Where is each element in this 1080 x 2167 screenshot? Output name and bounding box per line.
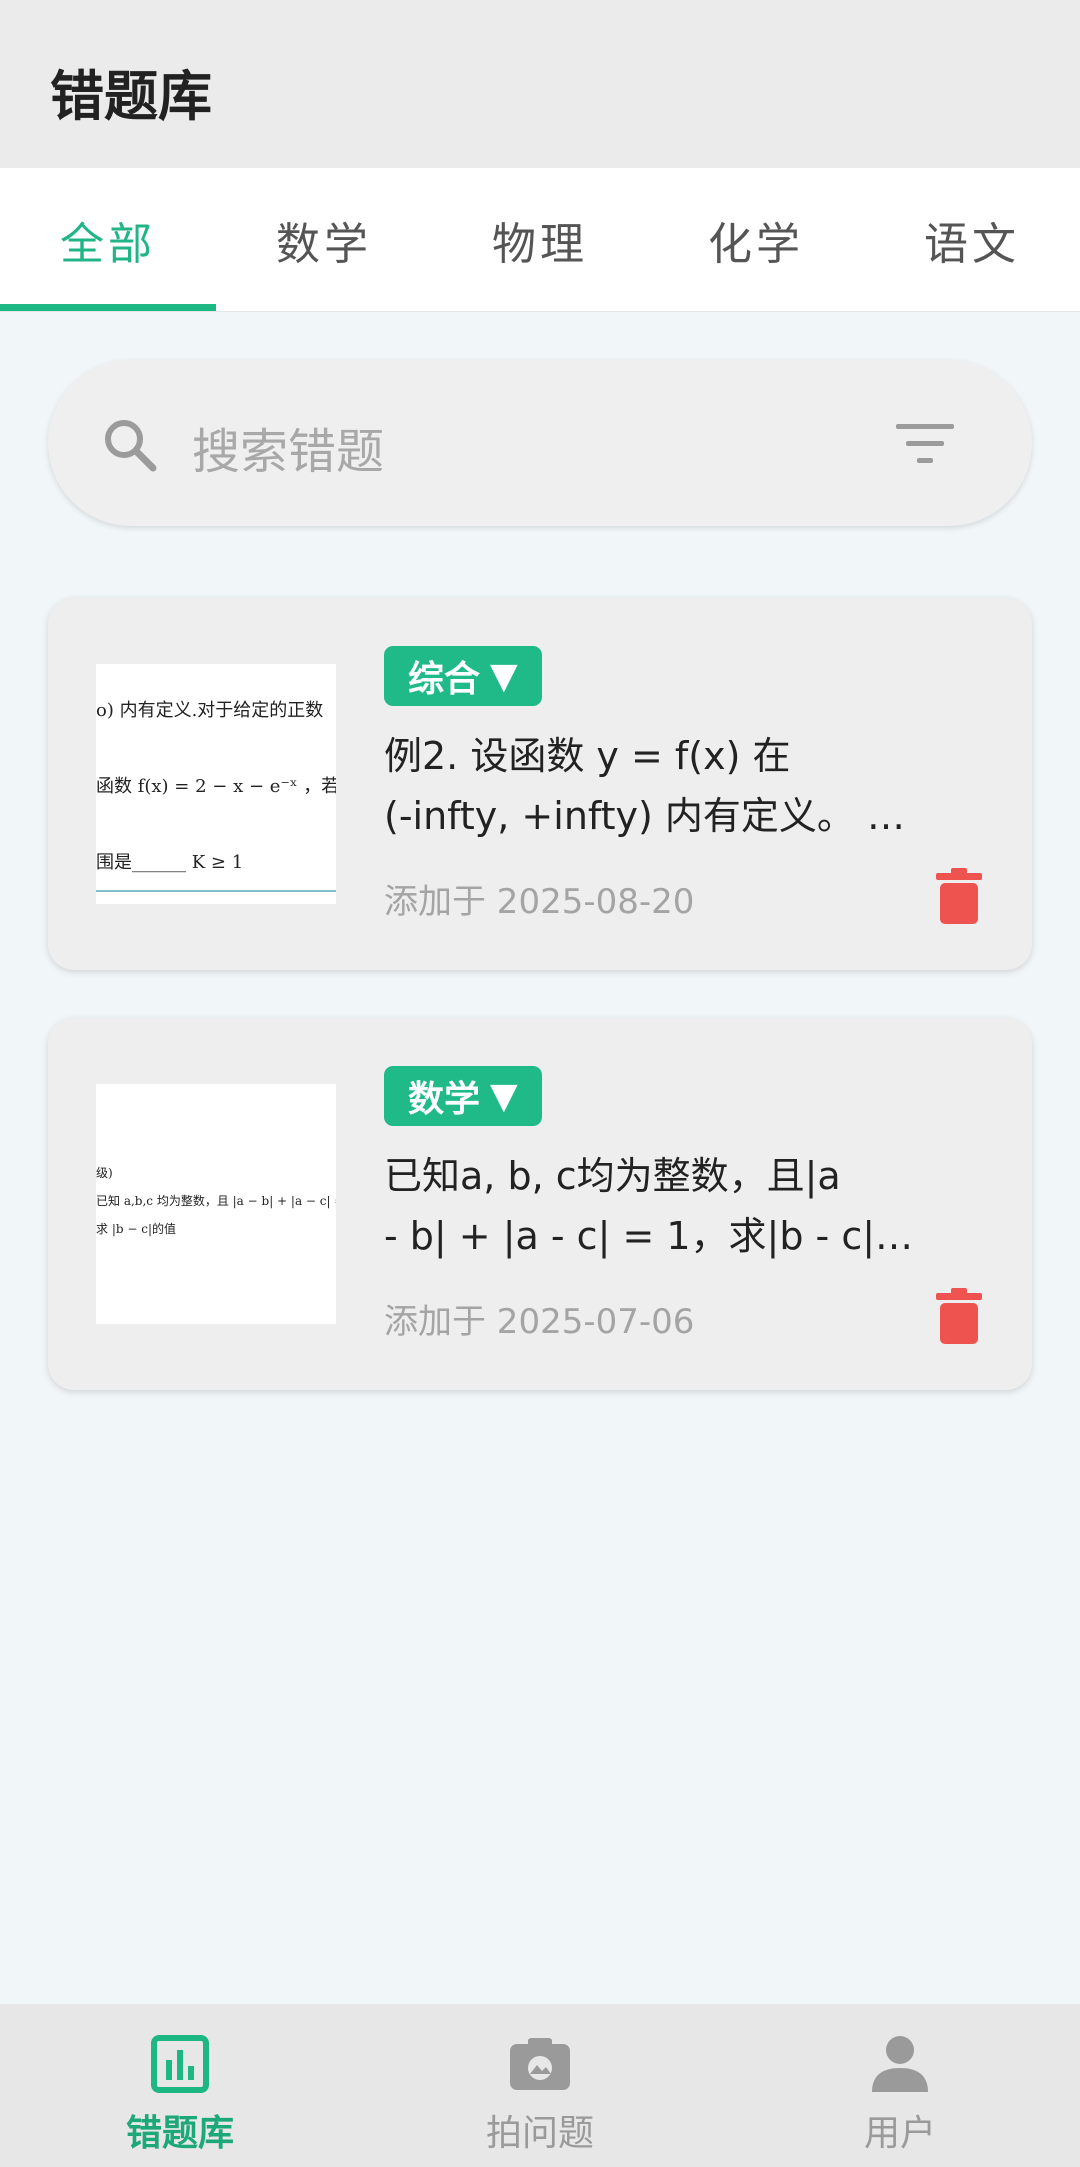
thumb-line: 函数 f(x) = 2 − x − e⁻ˣ ，若	[96, 776, 336, 797]
thumb-divider	[96, 890, 336, 892]
subject-tag-dropdown[interactable]: 综合 ▼	[384, 646, 542, 706]
question-line: 例2. 设函数 y = f(x) 在	[384, 734, 791, 778]
question-thumbnail: o) 内有定义.对于给定的正数 函数 f(x) = 2 − x − e⁻ˣ ，若…	[96, 664, 336, 904]
nav-label: 拍问题	[485, 2113, 594, 2154]
question-card[interactable]: o) 内有定义.对于给定的正数 函数 f(x) = 2 − x − e⁻ˣ ，若…	[48, 598, 1032, 970]
search-bar[interactable]: 搜索错题	[48, 360, 1032, 526]
subject-tag-label: 数学	[408, 1079, 481, 1120]
thumb-line: 级)	[96, 1166, 113, 1180]
thumb-line: o) 内有定义.对于给定的正数	[96, 700, 324, 721]
app-header: 错题库	[0, 0, 1080, 168]
user-icon	[872, 2036, 928, 2092]
nav-label: 错题库	[125, 2113, 234, 2154]
tab-physics[interactable]: 物理	[432, 168, 648, 311]
nav-item-camera[interactable]: 拍问题	[360, 2004, 720, 2167]
subject-tabs: 全部 数学 物理 化学 语文	[0, 168, 1080, 312]
active-tab-indicator	[0, 304, 216, 311]
question-card[interactable]: 级) 已知 a,b,c 均为整数，且 |a − b| + |a − c| = 1…	[48, 1018, 1032, 1390]
tab-math[interactable]: 数学	[216, 168, 432, 311]
camera-icon	[510, 2038, 570, 2090]
page-title: 错题库	[50, 65, 212, 128]
tab-chinese[interactable]: 语文	[864, 168, 1080, 311]
tab-chemistry[interactable]: 化学	[648, 168, 864, 311]
delete-trash-icon[interactable]	[936, 1288, 982, 1344]
question-thumbnail: 级) 已知 a,b,c 均为整数，且 |a − b| + |a − c| = 1…	[96, 1084, 336, 1324]
bottom-navigation: 错题库 拍问题 用户	[0, 2004, 1080, 2167]
filter-icon[interactable]	[896, 420, 954, 468]
subject-tag-dropdown[interactable]: 数学 ▼	[384, 1066, 542, 1126]
delete-trash-icon[interactable]	[936, 868, 982, 924]
search-input[interactable]: 搜索错题	[192, 412, 384, 482]
tab-all[interactable]: 全部	[0, 168, 216, 311]
question-line: 已知a, b, c均为整数，且|a	[384, 1154, 841, 1198]
search-icon	[105, 420, 157, 472]
nav-label: 用户	[863, 2113, 936, 2154]
nav-item-mistakes[interactable]: 错题库	[0, 2004, 360, 2167]
question-line: - b| + |a - c| = 1，求|b - c|…	[384, 1214, 914, 1258]
question-line: (-infty, +infty) 内有定义。 …	[384, 794, 905, 838]
thumb-line: 求 |b − c|的值	[96, 1222, 176, 1236]
dropdown-arrow-icon: ▼	[490, 655, 518, 697]
thumb-line: 围是______ K ≥ 1	[96, 852, 244, 873]
added-date: 添加于 2025-08-20	[384, 882, 695, 922]
question-text: 例2. 设函数 y = f(x) 在 (-infty, +infty) 内有定义…	[384, 726, 944, 846]
added-date: 添加于 2025-07-06	[384, 1302, 695, 1342]
nav-item-user[interactable]: 用户	[720, 2004, 1080, 2167]
question-text: 已知a, b, c均为整数，且|a - b| + |a - c| = 1，求|b…	[384, 1146, 944, 1266]
subject-tag-label: 综合	[408, 659, 481, 700]
dropdown-arrow-icon: ▼	[490, 1075, 518, 1117]
bar-chart-icon	[151, 2035, 209, 2093]
thumb-line: 已知 a,b,c 均为整数，且 |a − b| + |a − c| = 1	[96, 1194, 336, 1208]
